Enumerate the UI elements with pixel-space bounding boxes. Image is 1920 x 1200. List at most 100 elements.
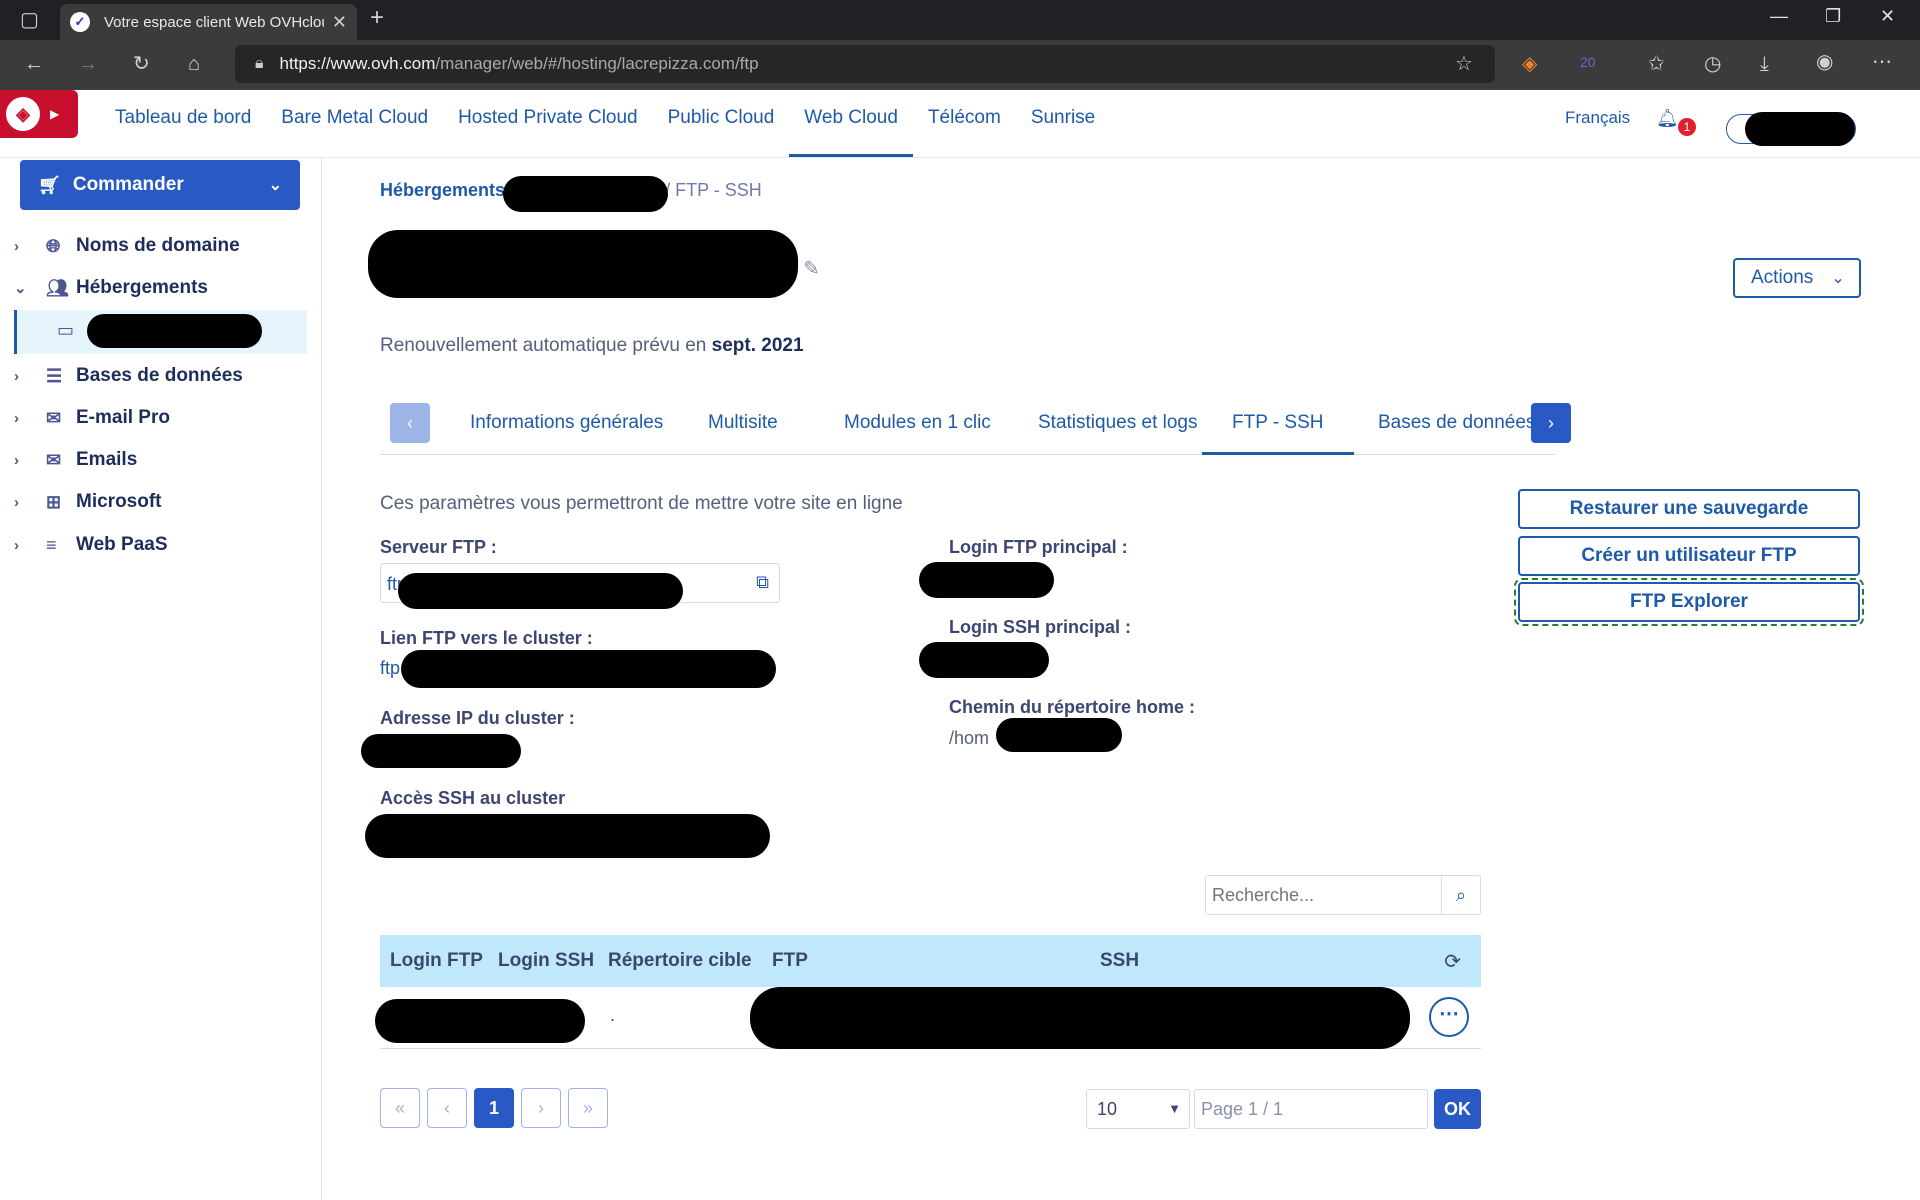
sidebar-item-label: Noms de domaine	[76, 235, 240, 256]
search-icon[interactable]: ⌕	[1441, 876, 1480, 914]
tab-scroll-right-button[interactable]: ›	[1531, 403, 1571, 443]
breadcrumb-current: / FTP - SSH	[665, 180, 762, 200]
back-icon[interactable]: ←	[24, 54, 44, 74]
ftp-explorer-button[interactable]: FTP Explorer	[1514, 578, 1864, 626]
row-actions-button[interactable]: ⋯	[1429, 997, 1469, 1037]
browser-toolbar: ← → ↻ ⌂ 🔒︎ https://www.ovh.com /manager/…	[0, 40, 1920, 90]
mail-icon: ✉	[46, 449, 62, 470]
nav-hosted-private-cloud[interactable]: Hosted Private Cloud	[443, 90, 653, 158]
extension-icon[interactable]: ◈	[1522, 54, 1537, 74]
page-1-button[interactable]: 1	[474, 1088, 514, 1128]
redacted-ssh-login	[919, 642, 1049, 678]
cluster-ip-label: Adresse IP du cluster :	[380, 708, 575, 728]
bell-icon[interactable]: 🔔︎	[1656, 108, 1679, 129]
extension-badge-icon[interactable]: 20	[1580, 52, 1596, 72]
sidebar-item-label: Web PaaS	[76, 534, 168, 555]
nav-public-cloud[interactable]: Public Cloud	[653, 90, 790, 158]
home-dir-value: /hom	[949, 728, 990, 748]
chevron-right-icon: ›	[14, 237, 19, 255]
sidebar-item-hosting[interactable]: ⌄ 👥︎ Hébergements	[0, 268, 322, 308]
nav-telecom[interactable]: Télécom	[913, 90, 1016, 158]
col-ftp[interactable]: FTP	[772, 935, 808, 987]
nav-bare-metal-cloud[interactable]: Bare Metal Cloud	[266, 90, 443, 158]
search-input[interactable]	[1206, 876, 1441, 914]
sidebar-item-domains[interactable]: › 🌐︎ Noms de domaine	[0, 226, 322, 266]
ovh-logo-badge[interactable]: ◈ ▶	[0, 90, 78, 138]
windows-icon: ⊞	[46, 491, 62, 512]
sidebar-item-emails[interactable]: › ✉ Emails	[0, 440, 322, 480]
chevron-right-icon: ›	[14, 451, 19, 469]
col-login-ssh[interactable]: Login SSH	[498, 935, 594, 987]
ftp-link-value[interactable]: ftp	[380, 658, 400, 679]
nav-sunrise[interactable]: Sunrise	[1016, 90, 1110, 158]
actions-button[interactable]: Actions ⌄	[1733, 258, 1861, 298]
last-page-button[interactable]: »	[568, 1088, 608, 1128]
tab-statistics[interactable]: Statistiques et logs	[1008, 395, 1227, 455]
per-page-select[interactable]: 10 ▼	[1086, 1089, 1190, 1129]
sidebar-item-databases[interactable]: › ☰ Bases de données	[0, 356, 322, 396]
sidebar-item-label: Bases de données	[76, 365, 243, 386]
tab-multisite[interactable]: Multisite	[678, 395, 808, 455]
redacted-ftp-server	[398, 573, 683, 609]
edit-pencil-icon[interactable]: ✎	[803, 256, 820, 281]
lock-icon: 🔒︎	[255, 55, 264, 72]
favorites-icon[interactable]: ✩	[1648, 54, 1665, 74]
ftp-hint: Ces paramètres vous permettront de mettr…	[380, 493, 903, 514]
target-dir-cell: .	[610, 1005, 616, 1025]
redacted-cluster-ip	[361, 734, 521, 768]
redacted-hosting-name	[87, 314, 262, 348]
order-label: Commander	[72, 174, 184, 195]
home-icon[interactable]: ⌂	[188, 54, 200, 74]
ftp-link-label: Lien FTP vers le cluster :	[380, 628, 593, 648]
downloads-icon[interactable]: ⤓	[1760, 54, 1769, 74]
close-tab-icon[interactable]: ✕	[332, 12, 347, 33]
prev-page-button[interactable]: ‹	[427, 1088, 467, 1128]
language-selector[interactable]: Français	[1565, 90, 1630, 146]
nav-web-cloud[interactable]: Web Cloud	[789, 90, 913, 157]
copy-icon[interactable]: ⧉	[756, 572, 769, 593]
col-login-ftp[interactable]: Login FTP	[390, 935, 483, 987]
next-page-button[interactable]: ›	[521, 1088, 561, 1128]
minimize-icon[interactable]: —	[1770, 6, 1788, 27]
col-ssh[interactable]: SSH	[1100, 935, 1139, 987]
breadcrumb-root[interactable]: Hébergements	[380, 180, 505, 200]
sidebar: 🛒︎ Commander ⌄ › 🌐︎ Noms de domaine ⌄ 👥︎…	[0, 158, 322, 1200]
history-icon[interactable]: ◷	[1704, 54, 1721, 74]
redacted-username	[1745, 112, 1855, 146]
new-tab-icon[interactable]: +	[370, 6, 384, 30]
create-ftp-user-button[interactable]: Créer un utilisateur FTP	[1518, 536, 1860, 576]
browser-tabstrip: ▢ ✓ Votre espace client Web OVHcloud ✕ +…	[0, 0, 1920, 40]
sidebar-item-web-paas[interactable]: › ≡ Web PaaS	[0, 525, 322, 565]
col-target-dir[interactable]: Répertoire cible	[608, 935, 752, 987]
chevron-down-icon: ⌄	[268, 177, 282, 194]
renewal-info: Renouvellement automatique prévu en sept…	[380, 335, 804, 357]
page-input[interactable]: Page 1 / 1	[1194, 1089, 1428, 1129]
address-bar[interactable]: 🔒︎ https://www.ovh.com /manager/web/#/ho…	[235, 45, 1495, 83]
tab-scroll-left-button[interactable]: ‹	[390, 403, 430, 443]
restore-backup-button[interactable]: Restaurer une sauvegarde	[1518, 489, 1860, 529]
add-favorite-icon[interactable]: ☆	[1455, 54, 1473, 74]
tab-general-info[interactable]: Informations générales	[440, 395, 693, 455]
redacted-home-dir	[996, 718, 1122, 752]
sidebar-item-microsoft[interactable]: › ⊞ Microsoft	[0, 482, 322, 522]
restore-icon[interactable]: ❐	[1825, 6, 1841, 27]
tab-ftp-ssh[interactable]: FTP - SSH	[1202, 395, 1354, 455]
profile-avatar-icon[interactable]: ◉	[1816, 52, 1833, 72]
redacted-breadcrumb	[503, 176, 668, 212]
refresh-icon[interactable]: ⟳	[1444, 949, 1461, 974]
sidebar-item-hosting-selected[interactable]: ▭	[14, 310, 307, 354]
tab-modules[interactable]: Modules en 1 clic	[814, 395, 1021, 455]
sidebar-item-label: Hébergements	[76, 277, 208, 298]
reload-icon[interactable]: ↻	[133, 54, 150, 74]
browser-tab[interactable]: ✓ Votre espace client Web OVHcloud ✕	[60, 4, 357, 40]
close-window-icon[interactable]: ✕	[1880, 6, 1895, 27]
main-content: Hébergements / FTP - SSH ✎ Actions ⌄ Ren…	[323, 158, 1920, 1200]
forward-icon[interactable]: →	[78, 54, 98, 74]
menu-icon[interactable]: ⋯	[1872, 52, 1892, 72]
nav-tableau-de-bord[interactable]: Tableau de bord	[100, 90, 266, 158]
ok-button[interactable]: OK	[1434, 1089, 1481, 1129]
order-button[interactable]: 🛒︎ Commander ⌄	[20, 160, 300, 210]
tab-actions-icon[interactable]: ▢	[20, 10, 39, 30]
first-page-button[interactable]: «	[380, 1088, 420, 1128]
sidebar-item-email-pro[interactable]: › ✉ E-mail Pro	[0, 398, 322, 438]
